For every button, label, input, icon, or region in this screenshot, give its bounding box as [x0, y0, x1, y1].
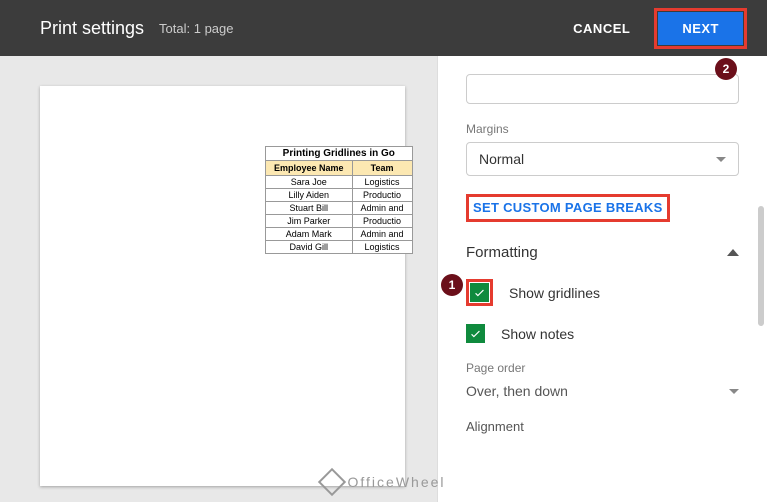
alignment-label: Alignment	[466, 419, 739, 434]
custom-breaks-highlight: SET CUSTOM PAGE BREAKS	[466, 194, 670, 222]
table-row: Stuart BillAdmin and	[266, 202, 413, 215]
show-notes-row: Show notes	[466, 324, 739, 343]
chevron-up-icon	[727, 249, 739, 256]
page-total: Total: 1 page	[159, 21, 233, 36]
paper: Printing Gridlines in Go Employee Name T…	[40, 86, 405, 486]
col-team: Team	[352, 161, 412, 176]
formatting-section-toggle[interactable]: Formatting	[466, 244, 739, 261]
print-preview: Printing Gridlines in Go Employee Name T…	[0, 56, 437, 502]
page-order-value: Over, then down	[466, 383, 568, 399]
check-icon	[469, 327, 482, 340]
step-badge-2: 2	[715, 58, 737, 80]
chevron-down-icon	[729, 389, 739, 394]
table-row: David GillLogistics	[266, 241, 413, 254]
header-actions: CANCEL NEXT	[559, 8, 747, 49]
preview-table: Printing Gridlines in Go Employee Name T…	[265, 146, 413, 254]
header-bar: Print settings Total: 1 page CANCEL NEXT	[0, 0, 767, 56]
page-order-select[interactable]: Over, then down	[466, 381, 739, 401]
set-custom-page-breaks-button[interactable]: SET CUSTOM PAGE BREAKS	[473, 200, 663, 215]
show-notes-label: Show notes	[501, 326, 574, 342]
table-row: Jim ParkerProductio	[266, 215, 413, 228]
prev-field[interactable]	[466, 74, 739, 104]
next-button[interactable]: NEXT	[658, 12, 743, 45]
margins-label: Margins	[466, 122, 739, 136]
check-icon	[473, 286, 486, 299]
chevron-down-icon	[716, 157, 726, 162]
next-highlight: NEXT	[654, 8, 747, 49]
table-row: Sara JoeLogistics	[266, 176, 413, 189]
show-gridlines-label: Show gridlines	[509, 285, 600, 301]
cancel-button[interactable]: CANCEL	[559, 13, 644, 44]
notes-check-wrap	[466, 324, 485, 343]
body: Printing Gridlines in Go Employee Name T…	[0, 56, 767, 502]
show-gridlines-row: Show gridlines	[466, 279, 739, 306]
step-badge-1: 1	[441, 274, 463, 296]
formatting-label: Formatting	[466, 244, 538, 261]
show-notes-checkbox[interactable]	[466, 324, 485, 343]
col-name: Employee Name	[266, 161, 353, 176]
gridlines-highlight	[466, 279, 493, 306]
margins-value: Normal	[479, 151, 524, 167]
show-gridlines-checkbox[interactable]	[470, 283, 489, 302]
page-order-label: Page order	[466, 361, 739, 375]
table-row: Adam MarkAdmin and	[266, 228, 413, 241]
margins-select[interactable]: Normal	[466, 142, 739, 176]
page-title: Print settings	[40, 18, 144, 39]
scrollbar[interactable]	[758, 206, 764, 326]
table-row: Lilly AidenProductio	[266, 189, 413, 202]
settings-panel: Margins Normal SET CUSTOM PAGE BREAKS Fo…	[437, 56, 767, 502]
table-title: Printing Gridlines in Go	[266, 147, 413, 161]
